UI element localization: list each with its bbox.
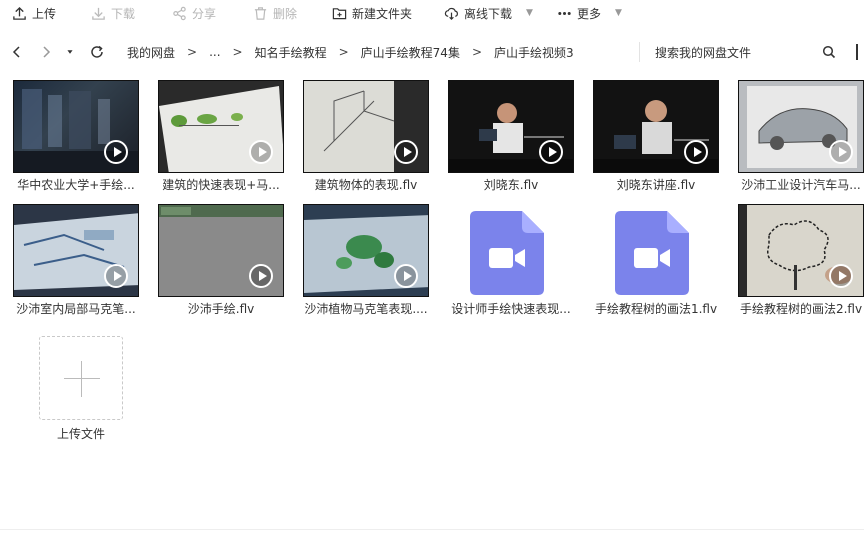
upload-file-tile[interactable] [39,336,123,420]
play-icon [539,140,563,164]
file-name[interactable]: 沙沛工业设计汽车马... [725,176,864,193]
chevron-left-icon [12,46,20,58]
view-toggle-icon[interactable] [856,44,864,60]
video-thumbnail[interactable] [158,204,284,297]
video-file-icon[interactable] [615,211,689,295]
share-label: 分享 [192,6,217,21]
upload-label: 上传 [32,6,57,21]
chevron-right-icon [43,46,51,58]
video-thumbnail[interactable] [158,80,284,173]
video-file-icon[interactable] [470,211,544,295]
breadcrumb-item-current[interactable]: 庐山手绘视频3 [494,44,574,61]
video-thumbnail[interactable] [738,204,864,297]
search-icon[interactable] [822,45,836,59]
forward-button[interactable] [39,38,53,66]
play-icon [249,140,273,164]
upload-icon [13,6,26,20]
plus-icon [81,361,82,397]
breadcrumb-item-lushan-74[interactable]: 庐山手绘教程74集 [361,44,460,61]
breadcrumb-item-my-drive[interactable]: 我的网盘 [127,44,175,61]
more-dots-icon [558,11,571,15]
file-name[interactable]: 华中农业大学+手绘... [0,176,152,193]
chevron-down-icon[interactable]: ▼ [615,8,622,18]
file-name[interactable]: 沙沛室内局部马克笔... [0,300,152,317]
offline-download-label: 离线下载 [464,6,513,21]
toolbar: 上传 下载 分享 删除 新建文件夹 离线下载 ▼ 更多 ▼ [0,0,864,26]
file-name[interactable]: 刘晓东讲座.flv [580,176,732,193]
play-icon [829,140,853,164]
file-name[interactable]: 设计师手绘快速表现... [435,300,587,317]
file-name[interactable]: 建筑物体的表现.flv [290,176,442,193]
file-name[interactable]: 沙沛手绘.flv [145,300,297,317]
download-button[interactable]: 下载 [91,0,135,26]
video-thumbnail[interactable] [738,80,864,173]
download-icon [92,7,105,20]
caret-down-icon [67,50,73,54]
share-button[interactable]: 分享 [172,0,216,26]
play-icon [684,140,708,164]
video-thumbnail[interactable] [303,204,429,297]
new-folder-label: 新建文件夹 [352,6,413,21]
breadcrumb-separator: > [232,45,243,59]
refresh-button[interactable] [90,38,104,66]
video-thumbnail[interactable] [13,80,139,173]
play-icon [249,264,273,288]
search-box[interactable]: 搜索我的网盘文件 [639,42,864,62]
breadcrumb: 我的网盘 > ... > 知名手绘教程 > 庐山手绘教程74集 > 庐山手绘视频… [127,38,574,66]
play-icon [829,264,853,288]
video-thumbnail[interactable] [303,80,429,173]
refresh-icon [91,45,103,58]
status-divider [0,529,864,530]
trash-icon [254,6,267,20]
file-name[interactable]: 手绘教程树的画法2.flv [725,300,864,317]
video-thumbnail[interactable] [593,80,719,173]
play-icon [104,264,128,288]
cloud-download-icon [444,7,458,20]
breadcrumb-item-ellipsis[interactable]: ... [209,45,220,59]
download-label: 下载 [111,6,136,21]
plus-icon [64,378,100,379]
back-button[interactable] [10,38,24,66]
upload-button[interactable]: 上传 [12,0,56,26]
more-label: 更多 [577,6,602,21]
more-button[interactable]: 更多 ▼ [557,0,622,26]
breadcrumb-item-famous-tutorials[interactable]: 知名手绘教程 [255,44,327,61]
history-dropdown[interactable] [64,38,76,66]
share-icon [173,6,186,20]
navigation-bar: 我的网盘 > ... > 知名手绘教程 > 庐山手绘教程74集 > 庐山手绘视频… [0,38,864,66]
breadcrumb-separator: > [338,45,349,59]
file-name[interactable]: 刘晓东.flv [435,176,587,193]
new-folder-icon [332,7,347,19]
delete-button[interactable]: 删除 [253,0,297,26]
play-icon [394,264,418,288]
play-icon [104,140,128,164]
breadcrumb-separator: > [187,45,198,59]
upload-file-label[interactable]: 上传文件 [39,425,123,442]
chevron-down-icon[interactable]: ▼ [526,8,533,18]
new-folder-button[interactable]: 新建文件夹 [332,0,412,26]
play-icon [394,140,418,164]
breadcrumb-separator: > [471,45,483,59]
file-name[interactable]: 建筑的快速表现+马... [145,176,297,193]
search-input[interactable]: 搜索我的网盘文件 [655,44,751,61]
video-thumbnail[interactable] [13,204,139,297]
file-name[interactable]: 手绘教程树的画法1.flv [580,300,732,317]
file-name[interactable]: 沙沛植物马克笔表现.... [290,300,442,317]
video-thumbnail[interactable] [448,80,574,173]
offline-download-button[interactable]: 离线下载 ▼ [444,0,533,26]
delete-label: 删除 [273,6,298,21]
